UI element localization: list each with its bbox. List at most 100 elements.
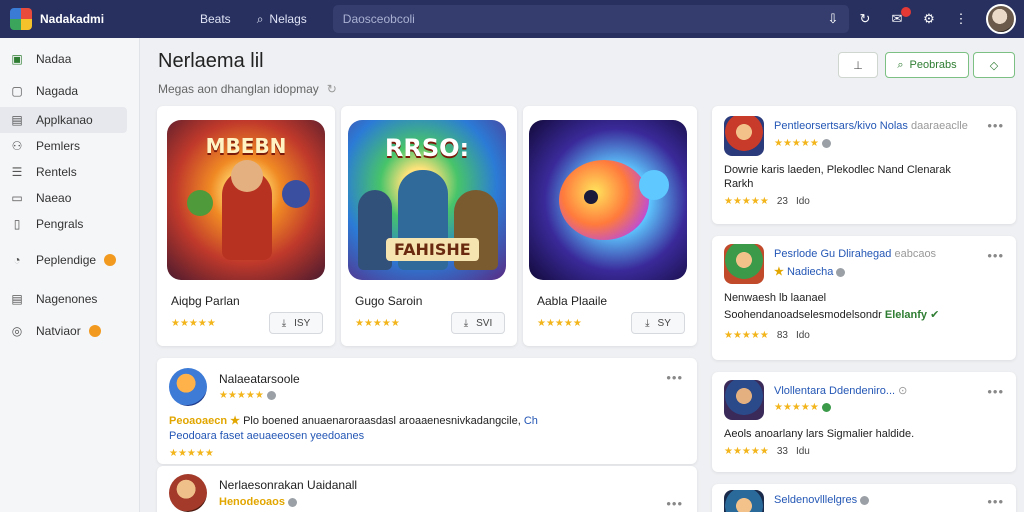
more-options-icon[interactable]: ••• — [987, 248, 1004, 263]
game-name: Aiqbg Parlan — [171, 294, 240, 308]
user-avatar[interactable] — [986, 4, 1016, 34]
verified-icon — [860, 495, 870, 505]
get-button[interactable]: ⤓ SVI — [451, 312, 505, 334]
sidebar-item-label: Naeao — [36, 191, 72, 205]
download-icon[interactable]: ⇩ — [826, 11, 840, 27]
rating-score: 23 — [776, 196, 788, 207]
side-card-title[interactable]: Pentleorsertsars/kivo Nolas daaraeaclle — [774, 120, 968, 132]
get-button[interactable]: ⤓ ISY — [269, 312, 323, 334]
verified-icon — [821, 402, 831, 412]
square-icon: ▣ — [11, 52, 23, 66]
inbox-icon: ▭ — [11, 191, 23, 205]
file-icon: ▤ — [11, 292, 23, 306]
side-card-thumbnail[interactable] — [724, 116, 764, 156]
side-card-title-text: Vlollentara Ddendeniro... — [774, 385, 896, 397]
featured-card[interactable]: Aabla Plaaile ★★★★★ ⤓ SY — [523, 106, 697, 346]
review-link[interactable]: Ch — [524, 415, 538, 427]
refresh-icon[interactable]: ↻ — [858, 11, 872, 27]
app-logo-icon[interactable] — [10, 8, 32, 30]
nav-beats-label: Beats — [200, 12, 231, 26]
sidebar-item-naeao[interactable]: ▭ Naeao — [0, 185, 127, 211]
star-rating: ★★★★★ — [169, 448, 214, 459]
side-card[interactable]: Pentleorsertsars/kivo Nolas daaraeaclle … — [712, 106, 1016, 224]
side-card[interactable]: Seldenovlllelgres ••• — [712, 484, 1016, 512]
more-options-icon[interactable]: ••• — [987, 384, 1004, 399]
rating-count: Idu — [795, 446, 810, 457]
featured-card[interactable]: RRSO: FAHISHE Gugo Saroin ★★★★★ ⤓ SVI — [341, 106, 517, 346]
more-options-icon[interactable]: ••• — [666, 496, 683, 511]
star-rating: ★★★★★ — [724, 446, 769, 457]
sidebar-item-pengrals[interactable]: ▯ Pengrals — [0, 211, 127, 237]
star-rating: ★★★★★ — [219, 390, 276, 401]
sidebar-item-nagada[interactable]: ▢ Nagada — [0, 78, 127, 104]
game-image[interactable]: RRSO: FAHISHE — [348, 120, 506, 280]
side-card-thumbnail[interactable] — [724, 490, 764, 512]
review-card: Nerlaesonrakan Uaidanall Henodeoaos ••• — [157, 466, 697, 512]
game-image[interactable]: MBEBN — [167, 120, 325, 280]
tag-button[interactable]: ◇ — [973, 52, 1015, 78]
review-link-text[interactable]: Peodoara faset aeuaeeosen yeedoanes — [169, 430, 364, 442]
reviewer-name: Nalaeatarsoole — [219, 372, 300, 386]
side-card[interactable]: Pesrlode Gu Dlirahegad eabcaos ★ Nadiech… — [712, 236, 1016, 360]
primary-action-label: Peobrabs — [909, 59, 957, 71]
rating-score: 83 — [776, 330, 788, 341]
side-card-text-body: Soohendanoadselesmodelsondr — [724, 309, 882, 321]
side-card-text-2: Rarkh — [724, 178, 754, 190]
get-button[interactable]: ⤓ SY — [631, 312, 685, 334]
nav-nelags-label: Nelags — [269, 12, 307, 26]
sidebar-item-label: Peplendige — [36, 253, 97, 267]
search-input[interactable]: Daosceobcoli — [332, 5, 849, 33]
primary-action-button[interactable]: ⌕ Peobrabs — [885, 52, 969, 78]
sidebar-item-natviaor[interactable]: ◎ Natviaor — [0, 318, 127, 344]
sidebar-item-rentels[interactable]: ☰ Rentels — [0, 159, 127, 185]
reviewer-avatar[interactable] — [169, 368, 207, 406]
rating-count: Ido — [795, 196, 810, 207]
notifications-icon[interactable]: ✉ — [890, 7, 911, 27]
sidebar-item-pemlers[interactable]: ⚇ Pemlers — [0, 133, 127, 159]
star-rating: ★★★★★ — [774, 402, 831, 413]
featured-card[interactable]: MBEBN Aiqbg Parlan ★★★★★ ⤓ ISY — [157, 106, 335, 346]
pin-icon: ⊥ — [853, 59, 863, 72]
side-card-subtitle: ★ Nadiecha — [774, 265, 846, 278]
nav-link-beats[interactable]: Beats — [200, 12, 231, 26]
reviewer-avatar[interactable] — [169, 474, 207, 512]
page-title: Nerlaema lil — [158, 50, 264, 72]
get-button-label: SY — [657, 317, 671, 329]
sidebar-item-label: Nagada — [36, 84, 79, 98]
more-options-icon[interactable]: ••• — [987, 118, 1004, 133]
more-options-icon[interactable]: ••• — [666, 370, 683, 385]
refresh-icon[interactable]: ↻ — [327, 82, 337, 96]
side-card-title-text: Pentleorsertsars/kivo Nolas — [774, 120, 908, 132]
side-card-title[interactable]: Seldenovlllelgres — [774, 494, 870, 506]
nav-link-nelags[interactable]: ⌕ Nelags — [257, 12, 307, 27]
side-card-title-muted: eabcaos — [894, 248, 937, 260]
side-card[interactable]: Vlollentara Ddendeniro... ⊙ ★★★★★ ••• Ae… — [712, 372, 1016, 472]
review-card: Nalaeatarsoole ★★★★★ ••• Peoaoaecn ★ Plo… — [157, 358, 697, 464]
side-card-thumbnail[interactable] — [724, 380, 764, 420]
sidebar-item-label: Pemlers — [36, 139, 81, 153]
more-vertical-icon[interactable]: ⋮ — [954, 11, 968, 27]
review-tag: Peoaoaecn — [169, 415, 228, 427]
star-rating: ★★★★★ — [537, 318, 582, 329]
get-button-label: SVI — [476, 317, 493, 329]
more-options-icon[interactable]: ••• — [987, 494, 1004, 509]
star-rating: ★★★★★ — [171, 318, 216, 329]
side-card-title[interactable]: Pesrlode Gu Dlirahegad eabcaos — [774, 248, 936, 260]
sidebar-item-label: Pengrals — [36, 217, 84, 231]
document-icon: ▯ — [13, 217, 21, 231]
sidebar-item-applkanao[interactable]: ▤ Applkanao — [0, 107, 127, 133]
character-head — [231, 160, 263, 192]
side-card-link[interactable]: Nenwaesh lb laanael — [724, 292, 826, 304]
app-name: Nadakadmi — [40, 12, 105, 26]
settings-icon[interactable]: ⚙ — [922, 11, 936, 27]
get-button-label: ISY — [294, 317, 311, 329]
sidebar-item-nadaa[interactable]: ▣ Nadaa — [0, 46, 127, 72]
side-card-thumbnail[interactable] — [724, 244, 764, 284]
pin-button[interactable]: ⊥ — [838, 52, 878, 78]
page-subtitle-text: Megas aon dhanglan idopmay — [158, 82, 319, 96]
game-image[interactable] — [529, 120, 687, 280]
side-card-title[interactable]: Vlollentara Ddendeniro... ⊙ — [774, 384, 907, 397]
sidebar-item-label: Nadaa — [36, 52, 72, 66]
sidebar-item-peplendige[interactable]: ◔ Peplendige — [0, 247, 127, 273]
sidebar-item-nagenones[interactable]: ▤ Nagenones — [0, 286, 127, 312]
